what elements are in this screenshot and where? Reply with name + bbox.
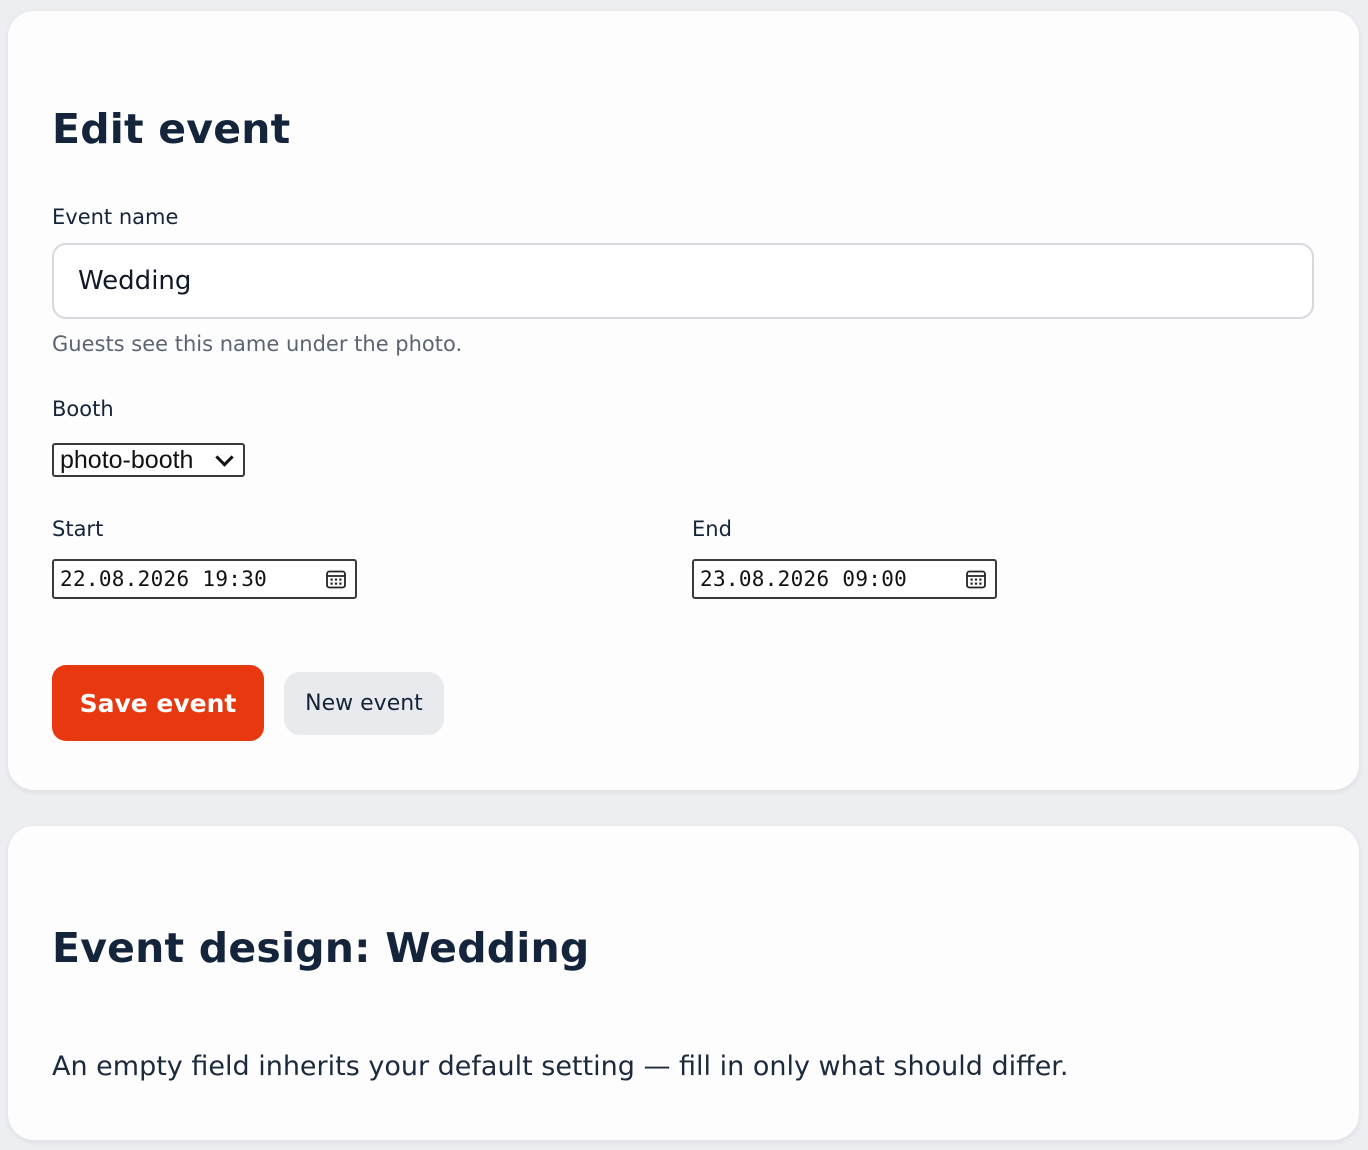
event-name-input[interactable]: [52, 243, 1314, 319]
save-event-button[interactable]: Save event: [52, 665, 264, 741]
event-design-card: Event design: Wedding An empty field inh…: [8, 826, 1359, 1140]
event-design-title: Event design: Wedding: [52, 924, 590, 972]
start-datetime-input[interactable]: 22.08.2026 19:30: [52, 559, 357, 599]
calendar-icon[interactable]: [965, 568, 987, 590]
end-datetime-input[interactable]: 23.08.2026 09:00: [692, 559, 997, 599]
booth-select-value: photo-booth: [60, 445, 194, 474]
edit-event-card: Edit event Event name Guests see this na…: [8, 11, 1359, 790]
booth-select[interactable]: photo-booth: [52, 443, 245, 477]
calendar-icon[interactable]: [325, 568, 347, 590]
new-event-button[interactable]: New event: [284, 672, 444, 735]
start-datetime-value: 22.08.2026 19:30: [60, 567, 268, 591]
start-label: Start: [52, 517, 104, 541]
booth-label: Booth: [52, 397, 114, 421]
event-name-label: Event name: [52, 205, 179, 229]
chevron-down-icon: [215, 447, 234, 467]
edit-event-title: Edit event: [52, 105, 291, 153]
end-datetime-value: 23.08.2026 09:00: [700, 567, 908, 591]
event-design-description: An empty field inherits your default set…: [52, 1051, 1069, 1082]
event-name-help: Guests see this name under the photo.: [52, 332, 463, 356]
end-label: End: [692, 517, 732, 541]
